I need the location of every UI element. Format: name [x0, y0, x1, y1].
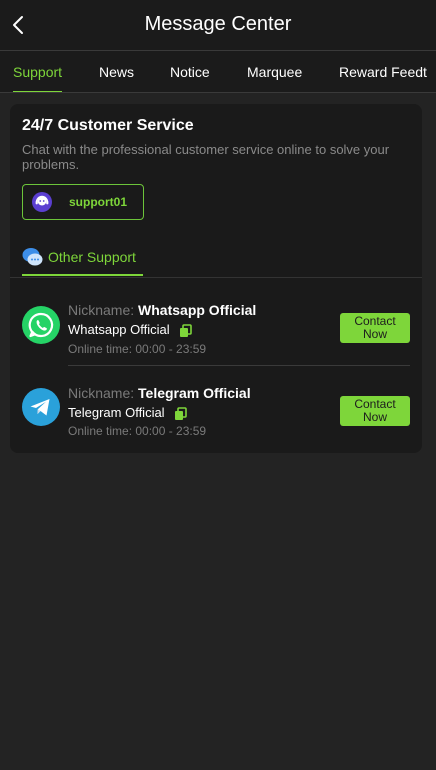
- copy-icon[interactable]: [179, 323, 193, 338]
- nickname-prefix: Nickname:: [68, 385, 135, 401]
- support-agent-button[interactable]: support01: [22, 184, 144, 220]
- tab-news[interactable]: News: [99, 51, 134, 92]
- other-support-label: Other Support: [48, 249, 136, 265]
- online-time: Online time: 00:00 - 23:59: [68, 424, 207, 438]
- account-name: Telegram Official: [68, 405, 165, 420]
- nickname-line: Nickname: Whatsapp Official: [68, 302, 256, 318]
- tab-support[interactable]: Support: [13, 51, 63, 92]
- tab-marquee[interactable]: Marquee: [247, 51, 302, 92]
- nickname-line: Nickname: Telegram Official: [68, 385, 251, 401]
- contact-now-button[interactable]: Contact Now: [340, 396, 410, 426]
- whatsapp-icon: [22, 306, 60, 344]
- support-avatar-icon: [32, 192, 52, 212]
- chat-bubbles-icon: [22, 248, 43, 266]
- tab-reward-feedback[interactable]: Reward Feedt: [339, 51, 427, 92]
- customer-service-description: Chat with the professional customer serv…: [22, 142, 390, 172]
- contact-now-button[interactable]: Contact Now: [340, 313, 410, 343]
- online-time: Online time: 00:00 - 23:59: [68, 342, 207, 356]
- telegram-icon: [22, 388, 60, 426]
- contact-divider: [68, 365, 410, 366]
- nickname-prefix: Nickname:: [68, 302, 135, 318]
- section-divider: [10, 277, 422, 278]
- nickname-value: Telegram Official: [138, 385, 251, 401]
- support-card: 24/7 Customer Service Chat with the prof…: [10, 104, 422, 453]
- support-agent-name: support01: [69, 195, 128, 209]
- nickname-value: Whatsapp Official: [138, 302, 257, 318]
- copy-icon[interactable]: [174, 406, 188, 421]
- tab-bar: Support News Notice Marquee Reward Feedt: [0, 50, 436, 93]
- page-title: Message Center: [144, 13, 292, 35]
- account-line: Whatsapp Official: [68, 322, 193, 338]
- contact-item-whatsapp: Nickname: Whatsapp Official Whatsapp Off…: [10, 286, 422, 366]
- header-bar: Message Center: [0, 0, 436, 50]
- contact-item-telegram: Nickname: Telegram Official Telegram Off…: [10, 369, 422, 449]
- account-line: Telegram Official: [68, 405, 188, 421]
- tab-notice[interactable]: Notice: [170, 51, 210, 92]
- account-name: Whatsapp Official: [68, 322, 170, 337]
- customer-service-title: 24/7 Customer Service: [22, 117, 194, 134]
